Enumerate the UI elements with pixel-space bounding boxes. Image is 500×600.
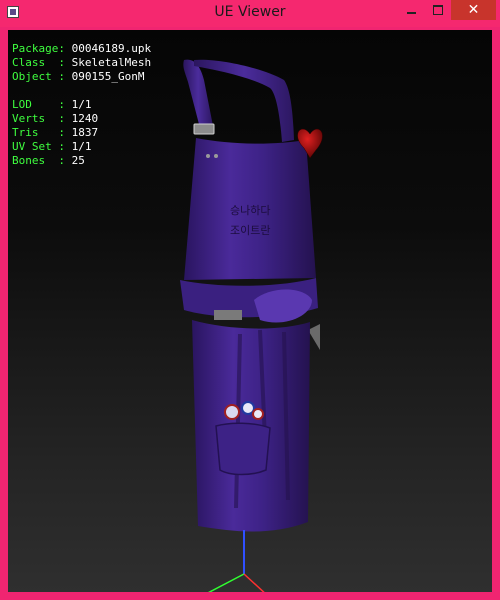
3d-viewport[interactable]: 승나하다 조이트란 Package: 00046189.upk Class: … [8, 30, 492, 592]
candy-icon [252, 408, 264, 420]
info-value: 00046189.upk [71, 42, 152, 55]
app-window: UE Viewer ✕ 승나하다 조이트란 Package: 00046189.… [0, 0, 500, 600]
info-row-verts: Verts : 1240 [12, 112, 151, 126]
info-key: Bones : [12, 154, 72, 167]
info-key: Object : [12, 70, 72, 83]
x-axis [243, 573, 265, 592]
info-key: UV Set : [12, 140, 72, 153]
candy-icon [224, 404, 240, 420]
info-value: SkeletalMesh [71, 56, 152, 69]
maximize-icon [433, 5, 443, 15]
info-row-object: Object : 090155_GonM [12, 70, 151, 84]
info-value: 25 [71, 154, 85, 167]
info-row-class: Class : SkeletalMesh [12, 56, 151, 70]
minimize-icon [406, 12, 416, 14]
info-value: 1/1 [71, 140, 92, 153]
info-row-package: Package: 00046189.upk [12, 42, 151, 56]
mesh-info-overlay: Package: 00046189.upk Class : SkeletalMe… [12, 42, 151, 168]
embroidery-line-2: 조이트란 [230, 224, 270, 237]
info-value: 1240 [71, 112, 99, 125]
info-value: 090155_GonM [71, 70, 145, 83]
info-key: Package: [12, 42, 72, 55]
embroidery-line-1: 승나하다 [230, 203, 270, 217]
info-key: Verts : [12, 112, 72, 125]
bow-knot [254, 289, 312, 323]
rivet-icon [206, 154, 210, 158]
info-row-bones: Bones : 25 [12, 154, 151, 168]
y-axis [208, 573, 245, 592]
close-button[interactable]: ✕ [451, 0, 496, 20]
minimize-button[interactable] [398, 0, 424, 20]
info-row-tris: Tris : 1837 [12, 126, 151, 140]
info-key: LOD : [12, 98, 72, 111]
maximize-button[interactable] [425, 0, 451, 20]
rivet-icon [214, 154, 218, 158]
strap-buckle-icon [193, 123, 215, 135]
info-key: Tris : [12, 126, 72, 139]
info-value: 1/1 [71, 98, 92, 111]
info-row-uvset: UV Set : 1/1 [12, 140, 151, 154]
candy-icon [241, 401, 255, 415]
info-row-lod: LOD : 1/1 [12, 98, 151, 112]
waist-buckle-icon [214, 310, 242, 320]
left-strap [183, 59, 213, 128]
close-icon: ✕ [467, 2, 480, 18]
front-pocket [215, 422, 271, 476]
info-key: Class : [12, 56, 72, 69]
info-value: 1837 [71, 126, 99, 139]
title-bar[interactable]: UE Viewer ✕ [0, 0, 500, 27]
